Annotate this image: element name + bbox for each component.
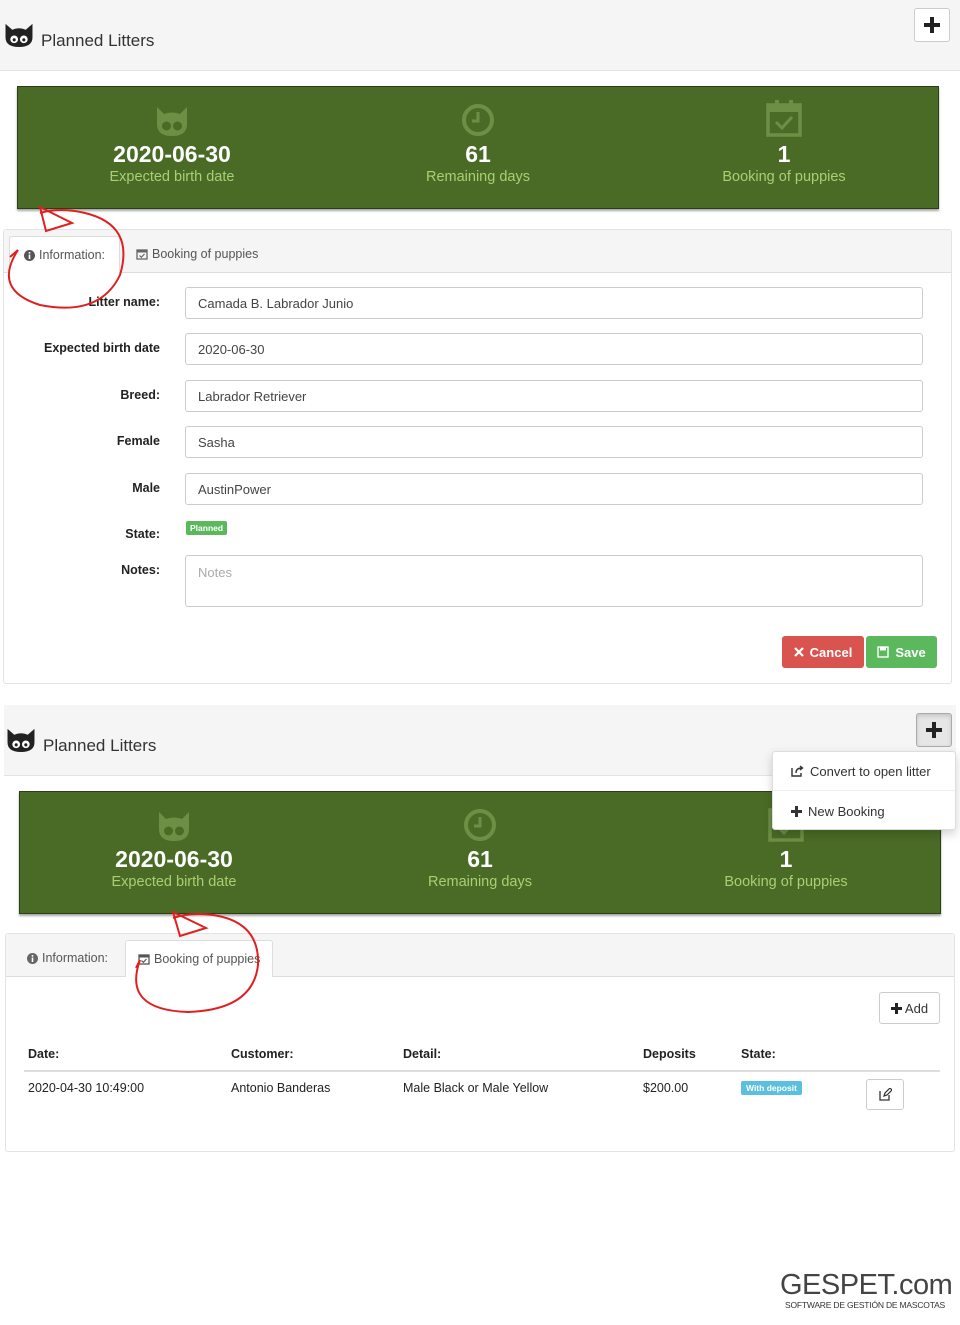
menu-item-label: Convert to open litter bbox=[810, 763, 931, 779]
share-icon bbox=[791, 765, 804, 777]
summary-banner: 2020-06-30 Expected birth date 61 Remain… bbox=[17, 86, 939, 209]
add-button[interactable] bbox=[916, 713, 952, 747]
column-header-customer: Customer: bbox=[231, 1047, 294, 1061]
column-header-state: State: bbox=[741, 1047, 776, 1061]
litter-name-input[interactable]: Camada B. Labrador Junio bbox=[185, 287, 923, 319]
page-header: Planned Litters bbox=[0, 0, 960, 71]
plus-icon bbox=[890, 1002, 902, 1014]
column-header-date: Date: bbox=[28, 1047, 60, 1061]
plus-icon bbox=[924, 17, 940, 33]
stat-value: 2020-06-30 bbox=[115, 846, 233, 872]
info-icon bbox=[27, 952, 38, 964]
clock-icon bbox=[462, 104, 494, 136]
annotation-circle-booking bbox=[135, 910, 260, 1014]
birth-date-label: Expected birth date bbox=[44, 341, 160, 355]
female-input[interactable]: Sasha bbox=[185, 426, 923, 458]
save-label: Save bbox=[895, 644, 926, 660]
stat-label: Booking of puppies bbox=[724, 874, 848, 890]
save-button[interactable]: Save bbox=[866, 636, 937, 668]
cancel-label: Cancel bbox=[809, 644, 853, 660]
stat-bookings: 1 Booking of puppies bbox=[634, 97, 934, 185]
stat-label: Remaining days bbox=[428, 874, 532, 890]
edit-button[interactable] bbox=[866, 1079, 904, 1110]
cell-detail: Male Black or Male Yellow bbox=[403, 1081, 549, 1095]
breed-input[interactable]: Labrador Retriever bbox=[185, 380, 923, 412]
clock-icon bbox=[464, 809, 496, 841]
female-label: Female bbox=[116, 434, 160, 448]
tab-bar: Information: Booking of puppies bbox=[4, 230, 951, 273]
menu-item-convert[interactable]: Convert to open litter bbox=[773, 752, 955, 791]
cat-logo-icon bbox=[5, 23, 33, 48]
tab-booking[interactable]: Booking of puppies bbox=[122, 236, 272, 272]
stat-label: Expected birth date bbox=[109, 169, 235, 185]
stat-remaining-days: 61 Remaining days bbox=[330, 802, 630, 890]
close-icon bbox=[793, 647, 804, 657]
brand-logo: GESPET.com SOFTWARE DE GESTIÓN DE MASCOT… bbox=[780, 1269, 953, 1310]
cat-logo-icon bbox=[7, 728, 35, 753]
tab-label: Information: bbox=[42, 951, 109, 965]
column-header-detail: Detail: bbox=[403, 1047, 442, 1061]
page-title: Planned Litters bbox=[43, 736, 157, 755]
add-label: Add bbox=[904, 1000, 929, 1016]
brand-name: GESPET.com bbox=[780, 1269, 953, 1301]
stat-label: Expected birth date bbox=[111, 874, 237, 890]
stat-label: Remaining days bbox=[426, 169, 530, 185]
stat-remaining-days: 61 Remaining days bbox=[328, 97, 628, 185]
breed-label: Breed: bbox=[120, 388, 160, 402]
litter-form-panel: Information: Booking of puppies Litter n… bbox=[3, 229, 952, 684]
male-input[interactable]: AustinPower bbox=[185, 473, 923, 505]
tab-information[interactable]: Information: bbox=[13, 940, 122, 976]
tab-label: Booking of puppies bbox=[152, 247, 259, 261]
cat-icon bbox=[157, 107, 187, 136]
cancel-button[interactable]: Cancel bbox=[782, 636, 864, 668]
calendar-check-icon bbox=[766, 100, 802, 137]
notes-label: Notes: bbox=[121, 563, 160, 577]
menu-item-new-booking[interactable]: New Booking bbox=[773, 793, 955, 829]
birth-date-input[interactable]: 2020-06-30 bbox=[185, 333, 923, 365]
stat-birth-date: 2020-06-30 Expected birth date bbox=[22, 97, 322, 185]
annotation-circle-information bbox=[8, 205, 125, 309]
table-row: 2020-04-30 10:49:00 Antonio Banderas Mal… bbox=[6, 1074, 954, 1114]
cell-customer: Antonio Banderas bbox=[231, 1081, 331, 1095]
stat-value: 2020-06-30 bbox=[113, 141, 231, 167]
add-dropdown-menu: Convert to open litter New Booking bbox=[772, 751, 956, 830]
add-button[interactable] bbox=[914, 8, 950, 42]
page-title: Planned Litters bbox=[41, 31, 155, 50]
column-header-deposits: Deposits bbox=[643, 1047, 696, 1061]
edit-icon bbox=[878, 1088, 892, 1101]
plus-icon bbox=[926, 722, 942, 738]
cat-icon bbox=[159, 812, 189, 841]
table-divider bbox=[24, 1070, 940, 1072]
stat-label: Booking of puppies bbox=[722, 169, 846, 185]
menu-item-label: New Booking bbox=[808, 803, 885, 819]
state-label: State: bbox=[125, 527, 160, 541]
cell-date: 2020-04-30 10:49:00 bbox=[28, 1081, 145, 1095]
add-booking-button[interactable]: Add bbox=[879, 992, 940, 1024]
brand-tagline: SOFTWARE DE GESTIÓN DE MASCOTAS bbox=[784, 1300, 946, 1310]
status-badge: With deposit bbox=[741, 1081, 802, 1095]
stat-value: 1 bbox=[779, 846, 793, 872]
stat-value: 61 bbox=[465, 141, 491, 167]
male-label: Male bbox=[132, 481, 160, 495]
save-icon bbox=[877, 646, 890, 658]
stat-birth-date: 2020-06-30 Expected birth date bbox=[24, 802, 324, 890]
cell-deposit: $200.00 bbox=[643, 1081, 689, 1095]
notes-textarea[interactable]: Notes bbox=[185, 555, 923, 607]
stat-value: 1 bbox=[777, 141, 791, 167]
stat-value: 61 bbox=[467, 846, 493, 872]
status-badge: Planned bbox=[186, 521, 228, 535]
plus-icon bbox=[791, 805, 802, 817]
